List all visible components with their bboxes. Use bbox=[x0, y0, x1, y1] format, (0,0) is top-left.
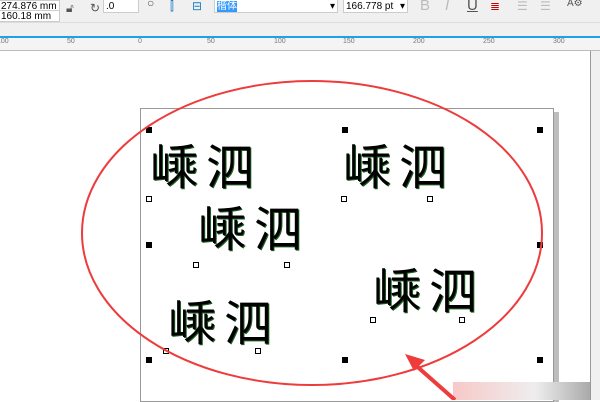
arrow-line bbox=[410, 360, 457, 400]
highlight-ellipse bbox=[81, 80, 543, 386]
annotation-layer bbox=[81, 80, 543, 400]
